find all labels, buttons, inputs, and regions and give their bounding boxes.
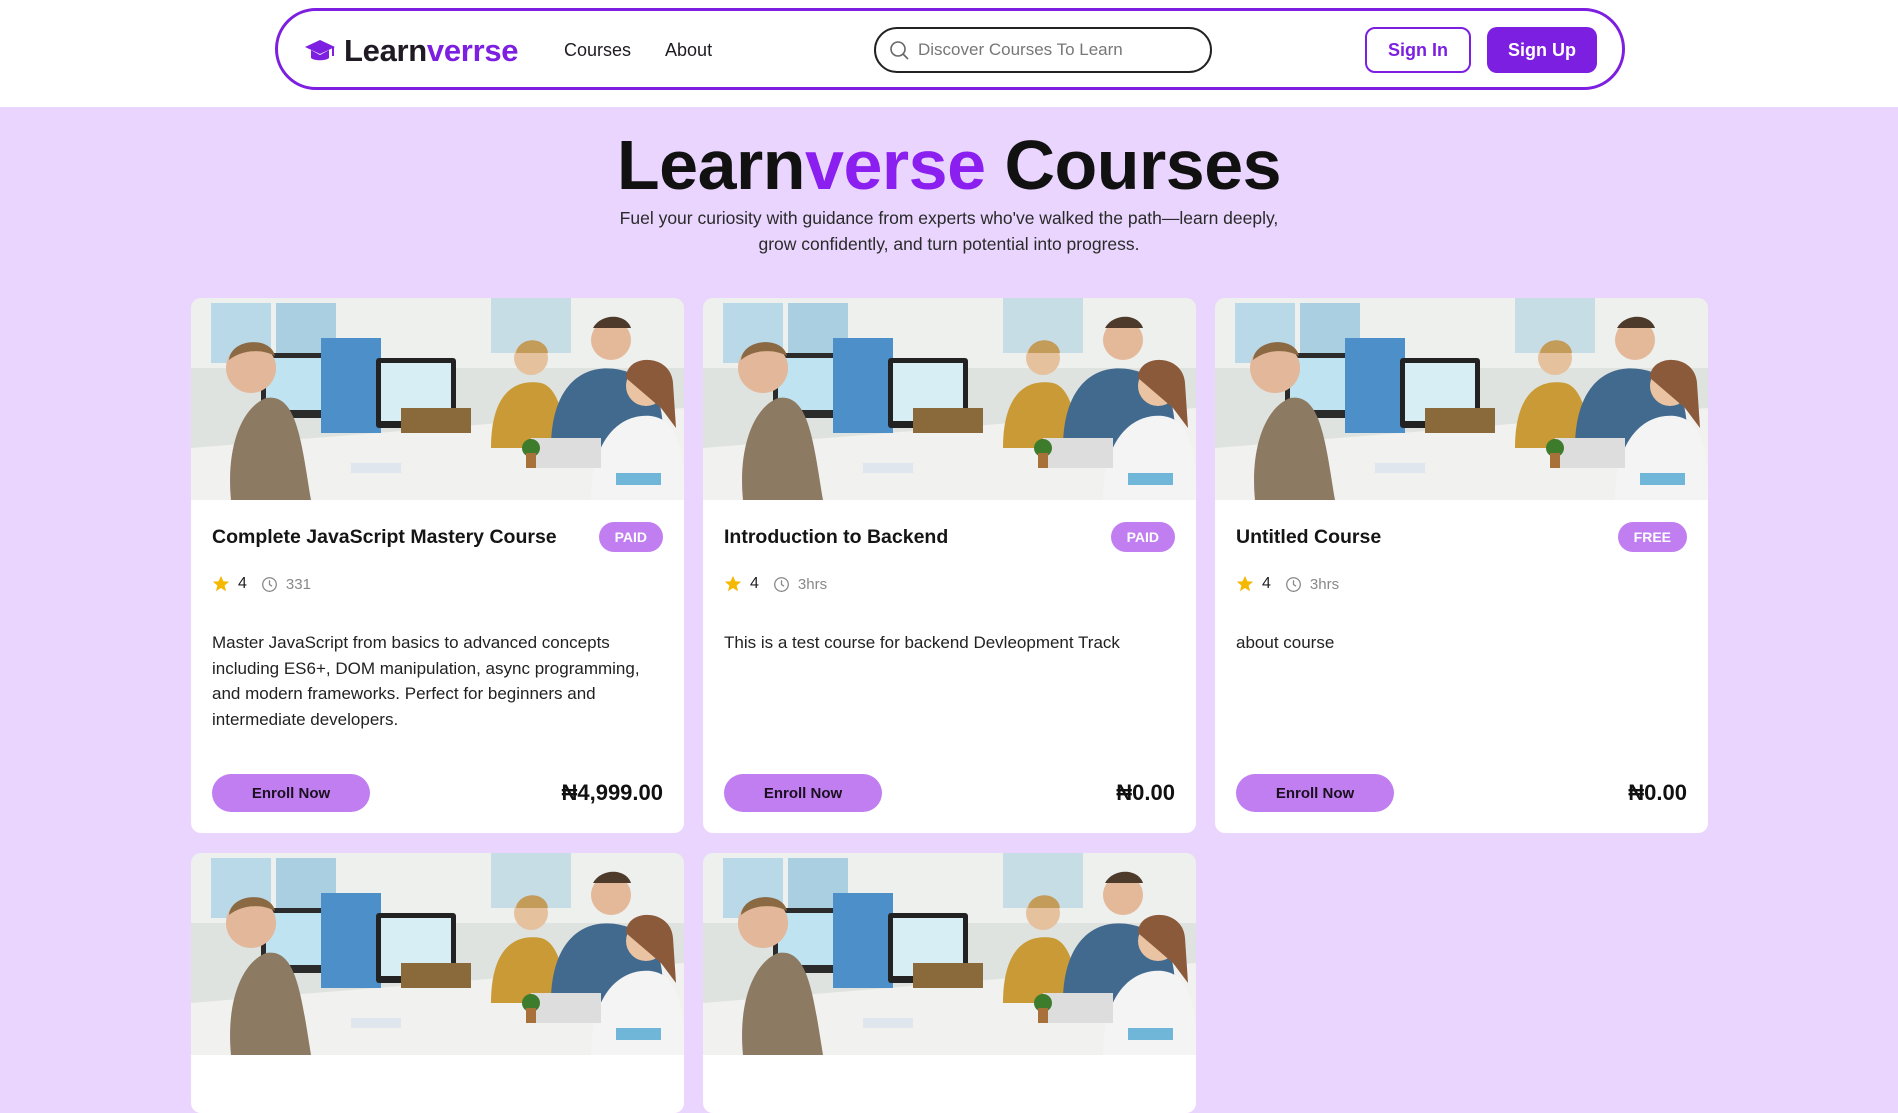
page-title-prefix: Learn (616, 126, 806, 204)
logo-text-prefix: Learn (344, 33, 427, 68)
course-card[interactable]: Complete JavaScript Mastery Course PAID … (191, 298, 684, 833)
course-description: Master JavaScript from basics to advance… (212, 633, 640, 729)
nav-links: Courses About (564, 40, 712, 61)
page-title-suffix: Courses (985, 126, 1282, 204)
course-badge: PAID (1110, 522, 1175, 552)
page-title: Learnverse Courses (0, 125, 1898, 205)
star-icon (212, 575, 230, 592)
course-thumbnail (1215, 298, 1708, 500)
course-card[interactable]: Untitled Course FREE 4 3hrs about course… (1215, 298, 1708, 833)
page-title-accent: verse (805, 126, 986, 204)
course-price: ₦0.00 (1116, 780, 1175, 805)
course-rating: 4 (238, 575, 247, 592)
course-meta: 4 3hrs (1236, 575, 1339, 593)
course-price: ₦4,999.00 (561, 780, 663, 805)
course-title: Complete JavaScript Mastery Course (212, 526, 557, 548)
search-input[interactable] (918, 40, 1188, 60)
nav-link-about[interactable]: About (665, 40, 712, 61)
course-meta: 4 3hrs (724, 575, 827, 593)
course-duration: 331 (285, 575, 311, 593)
sign-up-button[interactable]: Sign Up (1487, 27, 1597, 73)
page-subtitle: Fuel your curiosity with guidance from e… (619, 208, 1279, 254)
graduation-cap-icon (305, 40, 335, 61)
course-description: This is a test course for backend Devleo… (724, 633, 1120, 652)
course-title: Introduction to Backend (724, 526, 949, 548)
course-rating: 4 (750, 575, 759, 592)
logo-text: Learnverrse (344, 33, 519, 69)
top-header: Learnverrse Courses About Sign In Sign U… (0, 0, 1898, 107)
course-title: Untitled Course (1236, 526, 1382, 548)
course-badge: FREE (1617, 522, 1687, 552)
star-icon (1236, 575, 1254, 592)
course-thumbnail (703, 853, 1196, 1055)
course-duration: 3hrs (1309, 575, 1340, 593)
course-card[interactable]: Introduction to Backend PAID 4 3hrs This… (703, 298, 1196, 833)
star-icon (724, 575, 742, 592)
navbar: Learnverrse Courses About Sign In Sign U… (275, 8, 1625, 90)
course-card[interactable] (191, 853, 684, 1113)
course-badge: PAID (598, 522, 663, 552)
clock-icon (261, 576, 277, 592)
course-meta: 4 331 (212, 575, 311, 593)
enroll-button[interactable]: Enroll Now (1236, 774, 1394, 812)
course-card[interactable] (703, 853, 1196, 1113)
search-icon (890, 41, 909, 60)
course-thumbnail (191, 853, 684, 1055)
logo-text-suffix: verrse (426, 33, 519, 68)
nav-link-courses[interactable]: Courses (564, 40, 631, 61)
logo[interactable]: Learnverrse (304, 33, 519, 69)
clock-icon (1285, 576, 1301, 592)
course-thumbnail (191, 298, 684, 500)
clock-icon (773, 576, 789, 592)
sign-in-button[interactable]: Sign In (1365, 27, 1471, 73)
course-description: about course (1236, 633, 1335, 652)
enroll-button[interactable]: Enroll Now (724, 774, 882, 812)
enroll-button[interactable]: Enroll Now (212, 774, 370, 812)
course-duration: 3hrs (797, 575, 828, 593)
course-rating: 4 (1262, 575, 1271, 592)
search-box[interactable] (874, 27, 1212, 73)
course-thumbnail (703, 298, 1196, 500)
course-price: ₦0.00 (1628, 780, 1687, 805)
